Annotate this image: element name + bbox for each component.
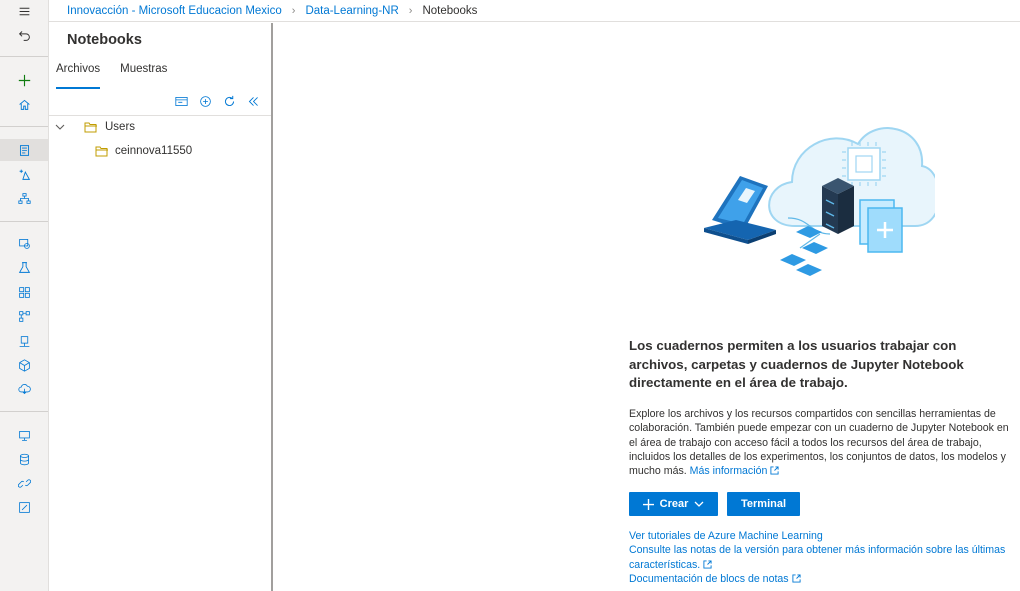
main-content: Los cuadernos permiten a los usuarios tr…: [275, 23, 1020, 591]
intro-headline: Los cuadernos permiten a los usuarios tr…: [629, 338, 964, 390]
notebooks-icon[interactable]: [0, 139, 48, 161]
refresh-icon[interactable]: [221, 93, 237, 109]
back-icon[interactable]: [0, 24, 48, 46]
rail-divider: [0, 126, 48, 127]
designer-icon[interactable]: [0, 187, 48, 209]
release-notes-link[interactable]: Consulte las notas de la versión para ob…: [629, 544, 1005, 570]
compute-icon[interactable]: [0, 354, 48, 376]
endpoints-icon[interactable]: [0, 330, 48, 352]
chevron-right-icon: ›: [291, 4, 296, 17]
nav-rail: [0, 0, 49, 591]
panel-title: Notebooks: [67, 32, 142, 48]
tree-item-label: Users: [105, 121, 136, 133]
breadcrumb: Innovacción - Microsoft Educacion Mexico…: [49, 0, 1020, 22]
chevron-down-icon[interactable]: [54, 121, 66, 133]
datasets-icon[interactable]: [0, 232, 48, 254]
chevron-right-icon: ›: [408, 4, 413, 17]
breadcrumb-workspace[interactable]: Innovacción - Microsoft Educacion Mexico: [67, 5, 282, 17]
notebooks-illustration: [704, 127, 935, 276]
breadcrumb-current: Notebooks: [422, 4, 478, 17]
experiments-icon[interactable]: [0, 256, 48, 278]
intro-description-text: Explore los archivos y los recursos comp…: [629, 408, 1009, 478]
app-root: Innovacción - Microsoft Educacion Mexico…: [0, 0, 1020, 591]
add-icon: [642, 498, 654, 510]
add-file-icon[interactable]: [197, 93, 213, 109]
datastores-icon[interactable]: [0, 378, 48, 400]
breadcrumb-resource[interactable]: Data-Learning-NR: [305, 5, 398, 17]
menu-icon[interactable]: [0, 0, 48, 22]
labeling-icon[interactable]: [0, 496, 48, 518]
external-link-icon: [703, 560, 712, 569]
terminal-icon[interactable]: [173, 93, 189, 109]
external-link-icon: [770, 466, 779, 475]
create-button[interactable]: Crear: [629, 492, 718, 516]
panel-toolbar: [173, 93, 261, 109]
rail-divider: [0, 411, 48, 412]
rail-divider: [0, 221, 48, 222]
linked-services-icon[interactable]: [0, 424, 48, 446]
folder-icon: [95, 146, 108, 157]
tab-archivos[interactable]: Archivos: [56, 63, 101, 89]
panel-divider: [49, 115, 271, 116]
create-button-label: Crear: [659, 498, 689, 510]
home-icon[interactable]: [0, 93, 48, 115]
intro-description: Explore los archivos y los recursos comp…: [629, 407, 1009, 478]
file-panel: Notebooks Archivos Muestras Users ceinno…: [49, 23, 273, 591]
help-links: Ver tutoriales de Azure Machine Learning…: [629, 529, 1014, 586]
folder-open-icon: [84, 122, 97, 133]
panel-tabs: Archivos Muestras: [56, 63, 187, 89]
pipelines-icon[interactable]: [0, 281, 48, 303]
automl-icon[interactable]: [0, 163, 48, 185]
tutorials-link[interactable]: Ver tutoriales de Azure Machine Learning: [629, 529, 1014, 543]
tree-item-user-folder[interactable]: ceinnova11550: [95, 141, 192, 161]
tab-muestras[interactable]: Muestras: [120, 63, 167, 89]
tree-item-users[interactable]: Users: [54, 117, 135, 137]
tree-item-label: ceinnova11550: [115, 145, 193, 157]
external-link-icon: [792, 574, 801, 583]
add-icon[interactable]: [0, 69, 48, 91]
release-notes-row: Consulte las notas de la versión para ob…: [629, 543, 1014, 572]
models-icon[interactable]: [0, 305, 48, 327]
rail-divider: [0, 56, 48, 57]
terminal-button[interactable]: Terminal: [727, 492, 800, 516]
docs-link[interactable]: Documentación de blocs de notas: [629, 573, 789, 585]
linked-icon[interactable]: [0, 472, 48, 494]
more-info-link[interactable]: Más información: [690, 465, 768, 477]
collapse-panel-icon[interactable]: [245, 93, 261, 109]
docs-row: Documentación de blocs de notas: [629, 572, 1014, 586]
chevron-down-icon: [694, 501, 704, 507]
datastore-db-icon[interactable]: [0, 448, 48, 470]
